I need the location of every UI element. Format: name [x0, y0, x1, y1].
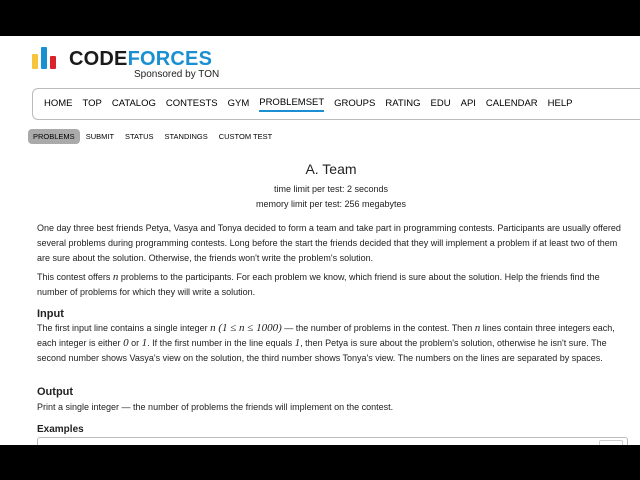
- problemset-submenu: PROBLEMS SUBMIT STATUS STANDINGS CUSTOM TEST: [28, 129, 278, 144]
- input-specification: The first input line contains a single i…: [37, 322, 615, 363]
- sponsor-text: Sponsored by TON: [134, 69, 220, 80]
- menu-item-groups[interactable]: GROUPS: [334, 97, 375, 112]
- problem-title: A. Team: [305, 161, 357, 177]
- problem-statement-2: This contest offers n problems to the pa…: [37, 271, 600, 297]
- menu-item-help[interactable]: HELP: [548, 97, 573, 112]
- menu-item-top[interactable]: TOP: [83, 97, 102, 112]
- menu-item-problemset[interactable]: PROBLEMSET: [259, 96, 325, 112]
- main-menu: HOME TOP CATALOG CONTESTS GYM PROBLEMSET GROUP…: [32, 88, 640, 120]
- copy-button[interactable]: [599, 440, 623, 445]
- menu-item-api[interactable]: API: [461, 97, 476, 112]
- problem-statement: One day three best friends Petya, Vasya …: [37, 223, 621, 263]
- menu-item-catalog[interactable]: CATALOG: [112, 97, 156, 112]
- menu-item-home[interactable]: HOME: [44, 97, 73, 112]
- menu-item-edu[interactable]: EDU: [431, 97, 451, 112]
- logo-bars-icon: [32, 47, 62, 69]
- logo-forces-text: FORCES: [127, 48, 213, 70]
- input-section-title: Input: [37, 308, 64, 320]
- logo-wordmark: CODEFORCES: [69, 47, 212, 71]
- output-specification: Print a single integer — the number of p…: [37, 402, 394, 412]
- submenu-item-status[interactable]: STATUS: [120, 129, 158, 144]
- browser-viewport: CODEFORCES Sponsored by TON HOME TOP CATAL…: [0, 36, 640, 445]
- examples-title: Examples: [37, 424, 84, 435]
- submenu-item-standings[interactable]: STANDINGS: [160, 129, 213, 144]
- example-input-box: [37, 437, 628, 445]
- time-limit: time limit per test: 2 seconds: [273, 184, 389, 194]
- logo-code-text: CODE: [69, 48, 128, 70]
- submenu-item-problems[interactable]: PROBLEMS: [28, 129, 80, 144]
- menu-item-gym[interactable]: GYM: [228, 97, 250, 112]
- menu-item-rating[interactable]: RATING: [385, 97, 420, 112]
- output-section-title: Output: [37, 386, 74, 398]
- menu-item-calendar[interactable]: CALENDAR: [486, 97, 538, 112]
- memory-limit: memory limit per test: 256 megabytes: [255, 199, 407, 209]
- menu-item-contests[interactable]: CONTESTS: [166, 97, 218, 112]
- submenu-item-submit[interactable]: SUBMIT: [81, 129, 119, 144]
- submenu-item-custom-test[interactable]: CUSTOM TEST: [214, 129, 277, 144]
